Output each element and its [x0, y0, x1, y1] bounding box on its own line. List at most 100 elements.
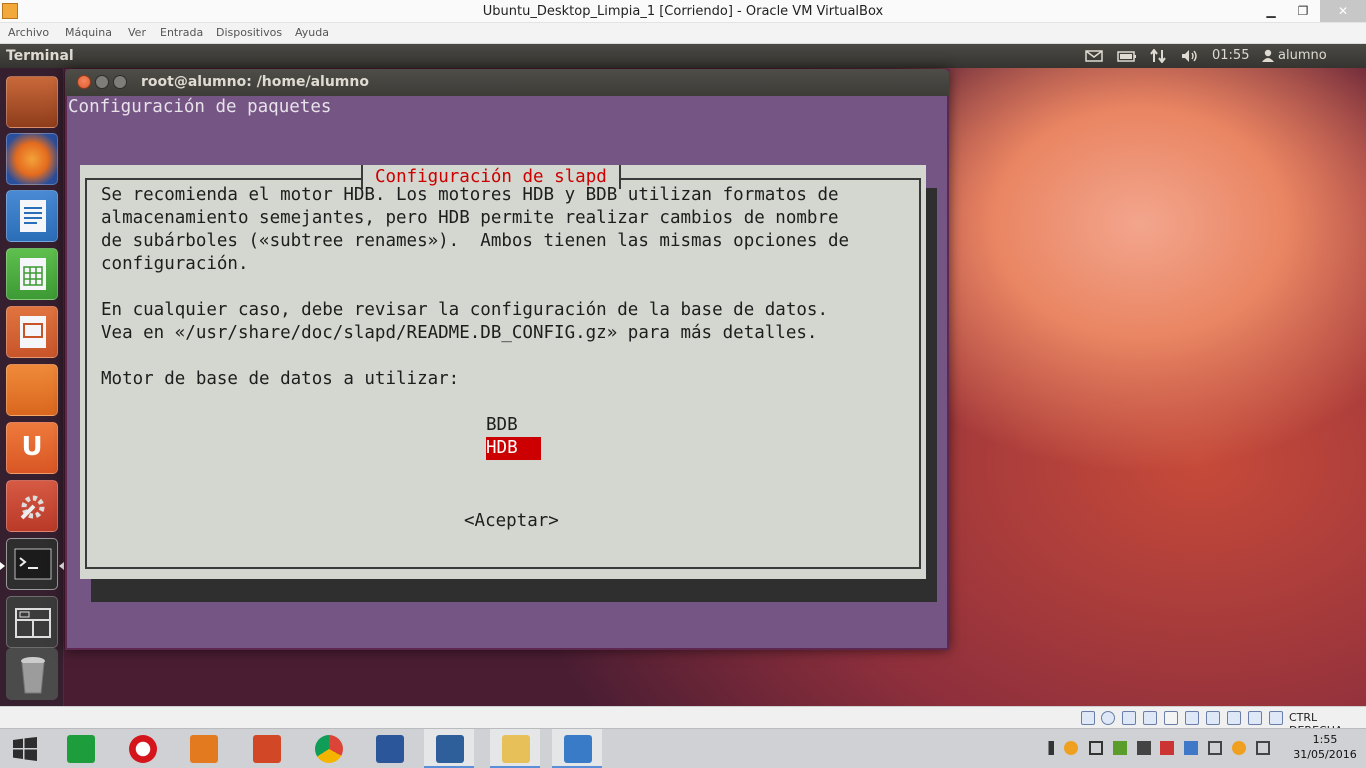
hard-disk-icon[interactable]	[1081, 711, 1095, 725]
opera-icon	[129, 735, 157, 763]
usb-icon[interactable]	[1143, 711, 1157, 725]
display-icon[interactable]	[1185, 711, 1199, 725]
active-indicator-right	[59, 562, 64, 570]
restore-button[interactable]: ❐	[1286, 0, 1320, 22]
nvidia-icon[interactable]	[1113, 741, 1127, 755]
accept-button[interactable]: <Aceptar>	[464, 511, 559, 531]
powerpoint-taskbar-item[interactable]	[241, 729, 291, 768]
monitor-icon[interactable]	[1137, 741, 1151, 755]
menu-maquina[interactable]: Máquina	[65, 26, 112, 39]
slapd-config-dialog: Configuración de slapd Se recomienda el …	[80, 165, 926, 579]
spreadsheet-glyph	[20, 258, 46, 290]
panel-clock[interactable]: 01:55	[1212, 48, 1249, 63]
avast-icon[interactable]	[1232, 741, 1246, 755]
libreoffice-writer-icon[interactable]	[6, 190, 58, 242]
notification-icon[interactable]	[1064, 741, 1078, 755]
dialog-text-line: Vea en «/usr/share/doc/slapd/README.DB_C…	[101, 323, 818, 343]
workspace-switcher-icon[interactable]	[6, 596, 58, 648]
wrench-gear-glyph	[20, 495, 45, 520]
keyboard-capture-icon[interactable]	[1269, 711, 1283, 725]
terminal-glyph	[14, 548, 52, 580]
window-title: Ubuntu_Desktop_Limpia_1 [Corriendo] - Or…	[482, 4, 884, 19]
workspaces-glyph	[15, 608, 51, 638]
dialog-text-line: Se recomienda el motor HDB. Los motores …	[101, 185, 839, 205]
optical-drive-icon[interactable]	[1101, 711, 1115, 725]
network-error-icon[interactable]	[1160, 741, 1174, 755]
system-settings-icon[interactable]	[6, 480, 58, 532]
guest-desktop: Terminal 01:55 alumno U root@alumno: /ho…	[0, 44, 1366, 706]
cpu-icon[interactable]	[1227, 711, 1241, 725]
chrome-taskbar-item[interactable]	[303, 729, 353, 768]
panel-username[interactable]: alumno	[1278, 48, 1327, 63]
menu-dispositivos[interactable]: Dispositivos	[216, 26, 282, 39]
unity-launcher: U	[0, 68, 64, 706]
document-glyph	[20, 200, 46, 232]
virtualbox-titlebar: Ubuntu_Desktop_Limpia_1 [Corriendo] - Or…	[0, 0, 1366, 23]
taskbar-clock[interactable]: 1:55 31/05/2016	[1290, 732, 1360, 762]
menu-ver[interactable]: Ver	[128, 26, 146, 39]
trash-glyph	[21, 657, 45, 694]
user-icon[interactable]	[1262, 49, 1274, 62]
terminal-minimize-button[interactable]	[95, 75, 109, 89]
mouse-integration-icon[interactable]	[1248, 711, 1262, 725]
battery-icon[interactable]	[1117, 49, 1137, 63]
word-taskbar-item[interactable]	[364, 729, 414, 768]
ubuntu-top-panel: Terminal 01:55 alumno	[0, 44, 1366, 68]
active-app-name: Terminal	[6, 48, 74, 64]
terminal-window: root@alumno: /home/alumno Configuración …	[65, 69, 949, 650]
windows-taskbar: 1:55 31/05/2016	[0, 728, 1366, 768]
files-icon[interactable]	[6, 76, 58, 128]
windows-tray-icon[interactable]	[1089, 741, 1103, 755]
terminal-header-line: Configuración de paquetes	[68, 97, 332, 117]
terminal-titlebar[interactable]: root@alumno: /home/alumno	[65, 69, 949, 96]
taskbar-date: 31/05/2016	[1293, 748, 1357, 761]
volume-icon[interactable]	[1181, 49, 1199, 63]
option-bdb[interactable]: BDB	[486, 414, 541, 437]
media-player-taskbar-item[interactable]	[178, 729, 228, 768]
software-center-icon[interactable]	[6, 364, 58, 416]
terminal-title: root@alumno: /home/alumno	[141, 74, 369, 90]
ubuntu-one-glyph: U	[21, 432, 43, 462]
chrome-icon	[315, 735, 343, 763]
dialog-prompt: Motor de base de datos a utilizar:	[101, 369, 460, 389]
start-button[interactable]	[0, 729, 50, 768]
file-explorer-taskbar-item[interactable]	[490, 729, 540, 768]
photos-icon	[564, 735, 592, 763]
dialog-text-line: En cualquier caso, debe revisar la confi…	[101, 300, 828, 320]
battery-tray-icon[interactable]	[1208, 741, 1222, 755]
close-button[interactable]: ✕	[1320, 0, 1366, 22]
libreoffice-impress-icon[interactable]	[6, 306, 58, 358]
terminal-close-button[interactable]	[77, 75, 91, 89]
dialog-text-line: configuración.	[101, 254, 249, 274]
virtualbox-taskbar-item[interactable]	[424, 729, 474, 768]
signal-icon[interactable]	[1040, 741, 1054, 755]
opera-taskbar-item[interactable]	[117, 729, 167, 768]
folder-icon	[502, 735, 530, 763]
photos-taskbar-item[interactable]	[552, 729, 602, 768]
network-adapter-icon[interactable]	[1122, 711, 1136, 725]
terminal-icon[interactable]	[6, 538, 58, 590]
menu-ayuda[interactable]: Ayuda	[295, 26, 329, 39]
menu-archivo[interactable]: Archivo	[8, 26, 49, 39]
display-tray-icon[interactable]	[1184, 741, 1198, 755]
option-hdb-selected[interactable]: HDB	[486, 437, 541, 460]
mail-icon[interactable]	[1085, 49, 1103, 63]
network-icon[interactable]	[1150, 49, 1166, 63]
windows-logo-icon	[13, 737, 37, 761]
libreoffice-calc-icon[interactable]	[6, 248, 58, 300]
virtualbox-icon	[436, 735, 464, 763]
active-indicator-left	[0, 562, 5, 570]
video-capture-icon[interactable]	[1206, 711, 1220, 725]
dialog-text-line: almacenamiento semejantes, pero HDB perm…	[101, 208, 839, 228]
shared-folders-icon[interactable]	[1164, 711, 1178, 725]
store-taskbar-item[interactable]	[55, 729, 105, 768]
menu-entrada[interactable]: Entrada	[160, 26, 203, 39]
minimize-button[interactable]: ▁	[1254, 0, 1288, 22]
terminal-maximize-button[interactable]	[113, 75, 127, 89]
trash-icon[interactable]	[6, 648, 58, 700]
ubuntu-one-icon[interactable]: U	[6, 422, 58, 474]
firefox-icon[interactable]	[6, 133, 58, 185]
terminal-body[interactable]: Configuración de paquetes Configuración …	[67, 96, 947, 648]
action-center-icon[interactable]	[1256, 741, 1270, 755]
taskbar-time: 1:55	[1312, 733, 1338, 746]
